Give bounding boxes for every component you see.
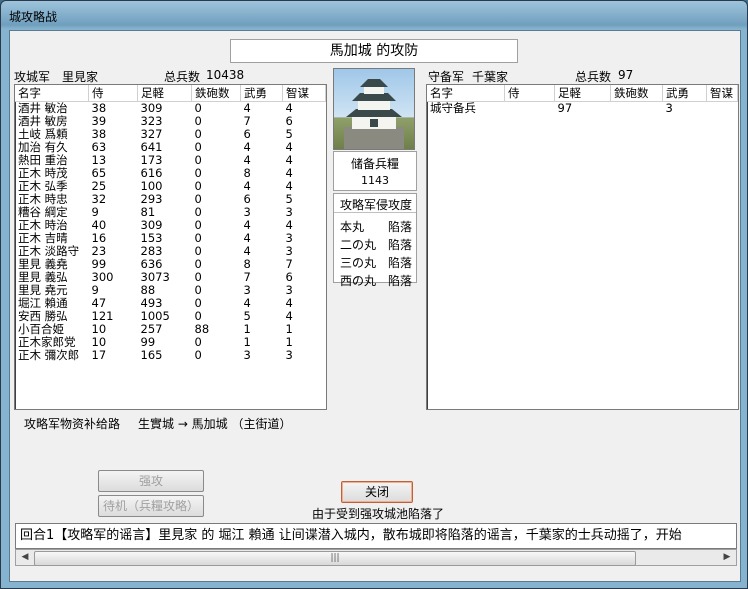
castle-section-row: 本丸 陷落 xyxy=(340,218,416,236)
wait-button[interactable]: 待机（兵糧攻略） xyxy=(98,495,204,517)
siege-progress-box: 攻略军侵攻度 本丸 陷落 二の丸 陷落 三の丸 陷落 西の丸 陷落 xyxy=(333,193,417,288)
attacker-header-row: 名字 侍 足軽 鉄砲数 武勇 智谋 xyxy=(15,85,326,102)
unit-cell: 97 xyxy=(557,101,573,115)
castle-image xyxy=(333,68,415,150)
column-header-valor[interactable]: 武勇 xyxy=(240,85,283,102)
unit-cell: 正木 彌次郎 xyxy=(18,348,80,362)
siege-progress-title: 攻略军侵攻度 xyxy=(334,194,416,213)
castle-section-status: 陷落 xyxy=(388,238,413,252)
unit-cell: 165 xyxy=(140,348,163,362)
battle-caption: 馬加城 的攻防 xyxy=(230,39,518,63)
defender-clan: 千葉家 xyxy=(472,70,509,84)
battle-log[interactable]: 回合1【攻略军的谣言】里見家 的 堀江 賴通 让间谍潜入城内，散布城即将陷落的谣… xyxy=(15,523,737,549)
defender-table: 名字 侍 足軽 鉄砲数 武勇 智谋 城守备兵 97 3 xyxy=(427,85,738,115)
dialog-body: 馬加城 的攻防 攻城军 里見家 总兵数 10438 守备军 千葉家 总兵数 97… xyxy=(9,30,741,582)
assault-button[interactable]: 强攻 xyxy=(98,470,204,492)
supply-route: 生實城 → 馬加城 （主街道） xyxy=(138,417,292,431)
column-header-ashigaru[interactable]: 足軽 xyxy=(137,85,192,102)
castle-section-row: 二の丸 陷落 xyxy=(340,236,416,254)
scroll-left-arrow-icon[interactable]: ◀ xyxy=(17,550,33,565)
column-header-valor[interactable]: 武勇 xyxy=(662,85,707,102)
defender-total-label: 总兵数 xyxy=(575,70,612,84)
unit-cell xyxy=(611,102,663,116)
reserve-box: 储备兵糧 1143 xyxy=(333,151,417,191)
status-message: 由于受到强攻城池陷落了 xyxy=(312,507,445,521)
castle-section-name: 二の丸 xyxy=(340,238,377,252)
log-horizontal-scrollbar[interactable]: ◀ ||| ▶ xyxy=(15,549,737,566)
castle-section-name: 三の丸 xyxy=(340,256,377,270)
column-header-name[interactable]: 名字 xyxy=(15,85,89,102)
reserve-value: 1143 xyxy=(361,174,389,187)
reserve-label: 储备兵糧 xyxy=(350,157,399,171)
unit-cell: 酒井 敏治 xyxy=(18,101,68,115)
supply-route-label: 攻略军物资补给路 xyxy=(24,417,121,431)
castle-section-status: 陷落 xyxy=(388,256,413,270)
column-header-name[interactable]: 名字 xyxy=(427,85,505,102)
unit-cell: 309 xyxy=(140,101,163,115)
defender-header-row: 名字 侍 足軽 鉄砲数 武勇 智谋 xyxy=(427,85,738,102)
castle-section-name: 西の丸 xyxy=(340,274,377,288)
column-header-guns[interactable]: 鉄砲数 xyxy=(610,85,663,102)
unit-cell: 3 xyxy=(665,101,673,115)
attacker-total-label: 总兵数 xyxy=(164,70,201,84)
unit-cell: 3 xyxy=(243,348,251,362)
unit-cell: 4 xyxy=(285,101,293,115)
close-button[interactable]: 关闭 xyxy=(341,481,413,503)
title-bar[interactable]: 城攻略战 xyxy=(1,1,747,29)
attacker-clan: 里見家 xyxy=(62,70,99,84)
unit-cell xyxy=(505,102,555,116)
unit-cell xyxy=(707,102,738,116)
attacker-total: 10438 xyxy=(206,68,245,82)
attacker-table: 名字 侍 足軽 鉄砲数 武勇 智谋 酒井 敏治 38 309 0 4 4 酒井 敏房 39 32… xyxy=(15,85,326,362)
attacker-unit-list[interactable]: 名字 侍 足軽 鉄砲数 武勇 智谋 酒井 敏治 38 309 0 4 4 酒井 敏房 39 32… xyxy=(14,84,327,410)
unit-cell: 17 xyxy=(91,348,107,362)
castle-icon xyxy=(344,79,404,149)
unit-row[interactable]: 正木 彌次郎 17 165 0 3 3 xyxy=(15,349,326,362)
castle-section-status: 陷落 xyxy=(388,220,413,234)
unit-row[interactable]: 城守备兵 97 3 xyxy=(427,102,738,116)
window-title: 城攻略战 xyxy=(9,10,58,24)
column-header-ashigaru[interactable]: 足軽 xyxy=(554,85,611,102)
unit-cell: 0 xyxy=(194,348,202,362)
column-header-samurai[interactable]: 侍 xyxy=(504,85,555,102)
castle-section-row: 西の丸 陷落 xyxy=(340,272,416,290)
unit-cell: 3 xyxy=(285,348,293,362)
scroll-thumb[interactable]: ||| xyxy=(34,551,636,566)
attacker-label: 攻城军 xyxy=(14,70,51,84)
unit-cell: 4 xyxy=(243,101,251,115)
column-header-guns[interactable]: 鉄砲数 xyxy=(191,85,241,102)
castle-section-name: 本丸 xyxy=(340,220,365,234)
castle-siege-window: 城攻略战 馬加城 的攻防 攻城军 里見家 总兵数 10438 守备军 千葉家 总… xyxy=(0,0,748,589)
defender-unit-list[interactable]: 名字 侍 足軽 鉄砲数 武勇 智谋 城守备兵 97 3 xyxy=(426,84,739,410)
unit-cell: 城守备兵 xyxy=(430,101,476,115)
column-header-intellect[interactable]: 智谋 xyxy=(706,85,738,102)
castle-section-status: 陷落 xyxy=(388,274,413,288)
unit-cell: 38 xyxy=(91,101,107,115)
column-header-intellect[interactable]: 智谋 xyxy=(282,85,326,102)
scroll-right-arrow-icon[interactable]: ▶ xyxy=(719,550,735,565)
defender-total: 97 xyxy=(618,68,634,82)
unit-row[interactable]: 酒井 敏治 38 309 0 4 4 xyxy=(15,102,326,116)
defender-label: 守备军 xyxy=(428,70,465,84)
castle-section-row: 三の丸 陷落 xyxy=(340,254,416,272)
unit-cell: 0 xyxy=(194,101,202,115)
column-header-samurai[interactable]: 侍 xyxy=(88,85,138,102)
